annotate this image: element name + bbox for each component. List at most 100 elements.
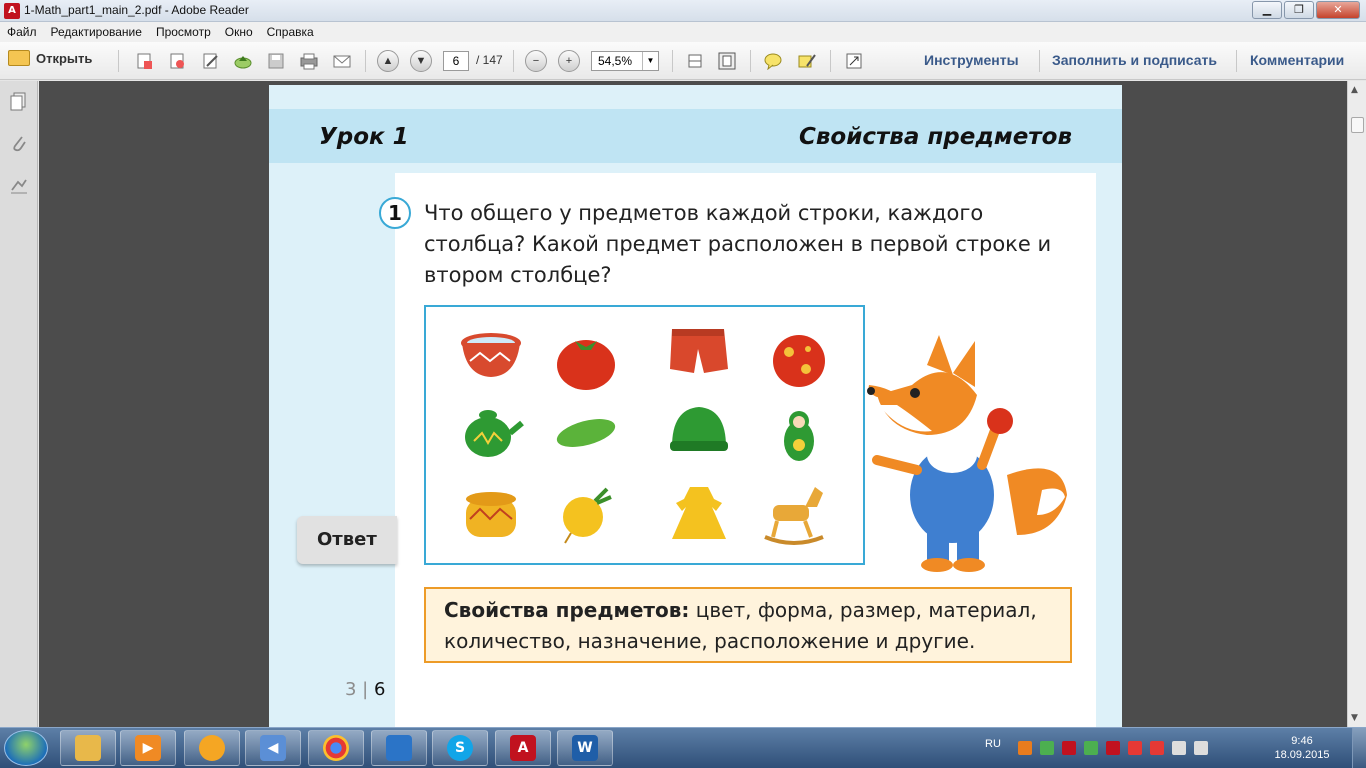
language-indicator[interactable]: RU — [985, 738, 1001, 750]
tray-shield-icon[interactable] — [1084, 741, 1098, 755]
fit-page-icon[interactable] — [716, 51, 738, 71]
adobe-reader-icon: A — [4, 3, 20, 19]
objects-grid — [424, 305, 865, 565]
properties-heading: Свойства предметов: — [444, 598, 690, 622]
comment-icon[interactable] — [762, 51, 784, 71]
toolbar-divider — [118, 50, 119, 72]
menu-view[interactable]: Просмотр — [149, 22, 218, 42]
tray-network-icon[interactable] — [1194, 741, 1208, 755]
cucumber-icon — [551, 403, 621, 473]
green-matryoshka-icon — [764, 401, 834, 471]
maximize-button[interactable]: ❐ — [1284, 1, 1314, 19]
print-icon[interactable] — [298, 51, 320, 71]
tray-adobe-icon[interactable] — [1062, 741, 1076, 755]
lesson-topic: Свойства предметов — [798, 124, 1072, 150]
taskbar-app[interactable] — [371, 730, 427, 766]
menu-edit[interactable]: Редактирование — [44, 22, 149, 42]
combine-files-icon[interactable] — [166, 51, 188, 71]
speaker-icon: ◀ — [260, 735, 286, 761]
folder-icon — [8, 50, 30, 66]
properties-box: Свойства предметов: цвет, форма, размер,… — [424, 587, 1072, 663]
page-thumbnails-icon[interactable] — [9, 91, 29, 111]
page-number-input[interactable]: 6 — [443, 51, 469, 71]
taskbar-chrome[interactable] — [308, 730, 364, 766]
upload-cloud-icon[interactable] — [232, 51, 254, 71]
taskbar-volume[interactable]: ◀ — [245, 730, 301, 766]
highlight-icon[interactable] — [796, 51, 818, 71]
chevron-down-icon[interactable]: ▼ — [642, 52, 658, 70]
menu-help[interactable]: Справка — [260, 22, 321, 42]
tray-flag-icon[interactable] — [1150, 741, 1164, 755]
answer-button[interactable]: Ответ — [297, 516, 397, 564]
comments-button[interactable]: Комментарии — [1250, 52, 1344, 68]
page-total: / 147 — [476, 53, 503, 67]
clock-date: 18.09.2015 — [1274, 749, 1330, 761]
scroll-thumb[interactable] — [1351, 117, 1364, 133]
tray-device-icon[interactable] — [1172, 741, 1186, 755]
window-title: 1-Math_part1_main_2.pdf - Adobe Reader — [24, 3, 249, 17]
taskbar-adobe-reader[interactable]: A — [495, 730, 551, 766]
edit-pdf-icon[interactable] — [199, 51, 221, 71]
save-icon[interactable] — [265, 51, 287, 71]
menu-bar: Файл Редактирование Просмотр Окно Справк… — [0, 22, 1366, 42]
attachments-icon[interactable] — [9, 133, 29, 153]
close-button[interactable]: ✕ — [1316, 1, 1360, 19]
menu-window[interactable]: Окно — [218, 22, 260, 42]
show-desktop-button[interactable] — [1352, 728, 1366, 768]
email-icon[interactable] — [331, 51, 353, 71]
yellow-pot-icon — [456, 479, 526, 549]
clock-time: 9:46 — [1291, 735, 1313, 747]
taskbar-skype[interactable]: S — [432, 730, 488, 766]
rocking-horse-icon — [759, 479, 829, 549]
tray-check-icon[interactable] — [1040, 741, 1054, 755]
taskbar: ▶ ◀ S A W RU 9:46 18.09.2015 — [0, 727, 1366, 768]
task-question: Что общего у предметов каждой строки, ка… — [424, 201, 1052, 287]
system-clock[interactable]: 9:46 18.09.2015 — [1272, 734, 1332, 762]
taskbar-explorer[interactable] — [60, 730, 116, 766]
toolbar-divider — [1039, 50, 1040, 72]
adobe-reader-icon: A — [510, 735, 536, 761]
lesson-header: Урок 1 Свойства предметов — [269, 109, 1122, 163]
fullscreen-icon[interactable] — [843, 51, 865, 71]
tray-acrobat-icon[interactable] — [1106, 741, 1120, 755]
word-icon: W — [572, 735, 598, 761]
fit-width-icon[interactable] — [684, 51, 706, 71]
open-button[interactable]: Открыть — [8, 50, 92, 66]
menu-file[interactable]: Файл — [0, 22, 44, 42]
chrome-icon — [323, 735, 349, 761]
previous-page-button[interactable]: ▲ — [377, 50, 399, 72]
app-icon — [386, 735, 412, 761]
start-button[interactable] — [4, 730, 48, 766]
signatures-icon[interactable] — [9, 177, 29, 197]
yellow-dress-icon — [664, 479, 734, 549]
next-page-button[interactable]: ▼ — [410, 50, 432, 72]
scroll-down-icon[interactable]: ▼ — [1351, 713, 1358, 723]
document-area[interactable]: Урок 1 Свойства предметов 1 Что общего у… — [39, 81, 1347, 727]
zoom-in-button[interactable]: + — [558, 50, 580, 72]
zoom-select[interactable]: 54,5% ▼ — [591, 51, 659, 71]
minimize-button[interactable]: ▁ — [1252, 1, 1282, 19]
vertical-scrollbar[interactable]: ▲ ▼ — [1347, 81, 1366, 727]
zoom-value: 54,5% — [598, 54, 633, 68]
skype-icon: S — [447, 735, 473, 761]
fox-illustration — [857, 335, 1072, 575]
toolbar: Открыть ▲ ▼ 6 / 147 − + 54,5% ▼ Инструме… — [0, 42, 1366, 80]
taskbar-media-player[interactable]: ▶ — [120, 730, 176, 766]
pdf-page: Урок 1 Свойства предметов 1 Что общего у… — [269, 85, 1122, 727]
tray-icons — [1018, 741, 1208, 755]
tray-warning-icon[interactable] — [1128, 741, 1142, 755]
taskbar-word[interactable]: W — [557, 730, 613, 766]
page-number-separator: | — [356, 679, 374, 700]
tray-app-icon[interactable] — [1018, 741, 1032, 755]
create-pdf-icon[interactable] — [133, 51, 155, 71]
messenger-icon — [199, 735, 225, 761]
green-teapot-icon — [456, 397, 526, 467]
fill-sign-button[interactable]: Заполнить и подписать — [1052, 52, 1217, 68]
scroll-up-icon[interactable]: ▲ — [1351, 85, 1358, 95]
title-bar: A 1-Math_part1_main_2.pdf - Adobe Reader… — [0, 0, 1366, 22]
tools-button[interactable]: Инструменты — [924, 52, 1019, 68]
zoom-out-button[interactable]: − — [525, 50, 547, 72]
taskbar-messenger[interactable] — [184, 730, 240, 766]
toolbar-divider — [365, 50, 366, 72]
page-number-right: 6 — [373, 679, 386, 700]
